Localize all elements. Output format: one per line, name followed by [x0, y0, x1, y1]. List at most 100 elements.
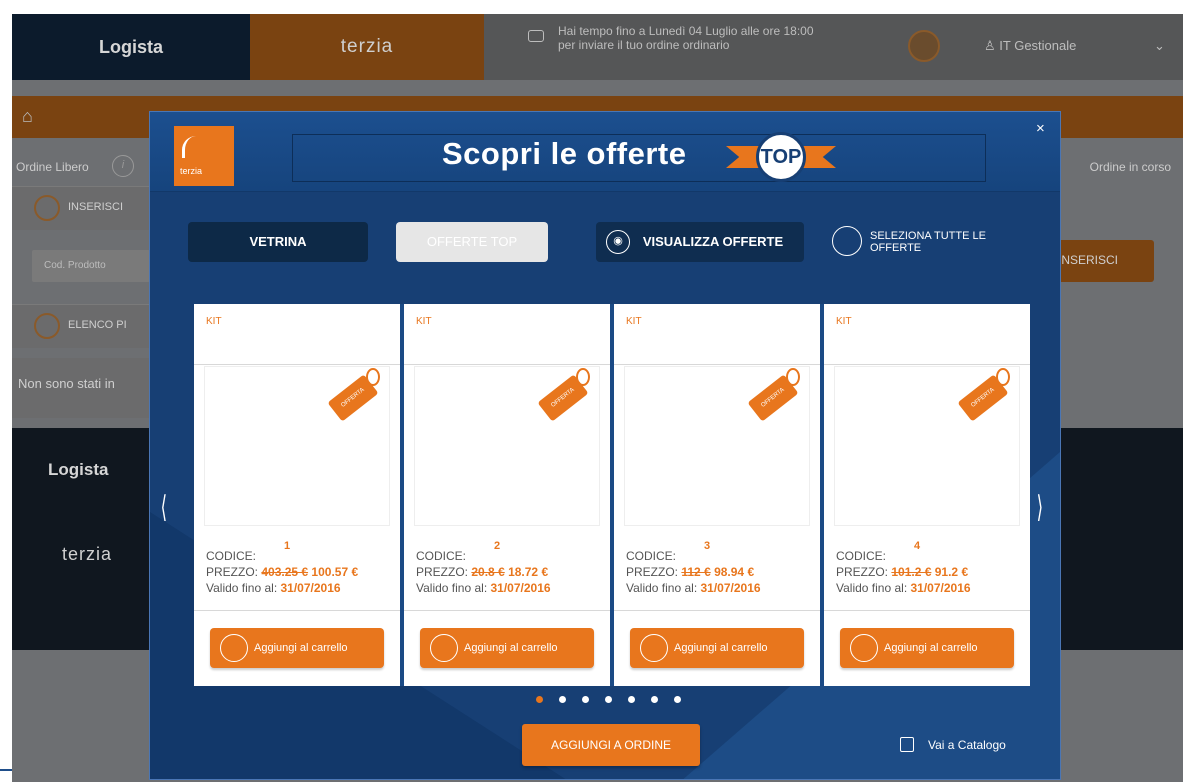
product-type: KIT: [836, 316, 852, 327]
card-details: CODICE: PREZZO: 112 € 98.94 € Valido fin…: [626, 548, 761, 596]
view-offers-label: VISUALIZZA OFFERTE: [642, 234, 784, 249]
add-to-order-button[interactable]: AGGIUNGI A ORDINE: [522, 724, 700, 766]
offer-card: KIT OFFERTA 4 CODICE: PREZZO: 101.2 € 91…: [824, 304, 1030, 686]
close-icon[interactable]: ×: [1036, 120, 1045, 137]
old-price: 101.2 €: [891, 565, 932, 579]
cart-circle-icon: [430, 634, 458, 662]
add-to-cart-label: Aggiungi al carrello: [254, 642, 348, 654]
price-row: PREZZO: 403.25 € 100.57 €: [206, 564, 358, 580]
tab-offerte-top[interactable]: OFFERTE TOP: [396, 222, 548, 262]
user-icon: ♙: [984, 38, 1000, 53]
user-name: IT Gestionale: [999, 38, 1077, 53]
chat-icon: [528, 30, 544, 42]
list-icon: [34, 313, 60, 339]
carousel-dot[interactable]: [628, 696, 635, 703]
deadline-notice: Hai tempo fino a Lunedì 04 Luglio alle o…: [528, 24, 888, 52]
valid-date: 31/07/2016: [910, 581, 971, 595]
add-to-cart-label: Aggiungi al carrello: [884, 642, 978, 654]
view-offers-button[interactable]: ◉ VISUALIZZA OFFERTE: [596, 222, 804, 262]
empty-message: Non sono stati in: [18, 376, 115, 391]
carousel-dot[interactable]: [651, 696, 658, 703]
valid-row: Valido fino al: 31/07/2016: [836, 580, 971, 596]
list-section: ELENCO PI: [12, 304, 162, 348]
footer-logista-logo: Logista: [48, 460, 109, 479]
leaf-icon: [182, 136, 196, 158]
prev-arrow-icon[interactable]: ⟨: [161, 490, 167, 525]
add-to-cart-button[interactable]: Aggiungi al carrello: [630, 628, 804, 668]
old-price: 112 €: [681, 565, 711, 579]
price-label: PREZZO:: [626, 565, 679, 579]
offer-card: KIT OFFERTA 2 CODICE: PREZZO: 20.8 € 18.…: [404, 304, 610, 686]
code-label: CODICE:: [206, 549, 257, 563]
valid-label: Valido fino al:: [416, 581, 488, 595]
add-to-cart-label: Aggiungi al carrello: [674, 642, 768, 654]
terzia-logo: terzia: [250, 14, 484, 80]
card-divider: [824, 364, 1030, 365]
valid-row: Valido fino al: 31/07/2016: [206, 580, 358, 596]
valid-label: Valido fino al:: [206, 581, 278, 595]
add-to-cart-button[interactable]: Aggiungi al carrello: [840, 628, 1014, 668]
document-icon: [900, 737, 914, 752]
card-details: CODICE: PREZZO: 20.8 € 18.72 € Valido fi…: [416, 548, 551, 596]
price-row: PREZZO: 112 € 98.94 €: [626, 564, 761, 580]
catalog-link-label: Vai a Catalogo: [928, 738, 1006, 752]
list-section-label: ELENCO PI: [68, 319, 127, 331]
product-code-input[interactable]: Cod. Prodotto: [32, 250, 150, 282]
logo-text: terzia: [180, 166, 203, 176]
add-to-cart-button[interactable]: Aggiungi al carrello: [420, 628, 594, 668]
price-label: PREZZO:: [836, 565, 889, 579]
product-type: KIT: [206, 316, 222, 327]
card-divider: [824, 610, 1030, 611]
modal-title: Scopri le offerte: [442, 136, 687, 171]
new-price: 18.72 €: [508, 565, 549, 579]
carousel-dot[interactable]: [605, 696, 612, 703]
carousel-dot[interactable]: [559, 696, 566, 703]
app-frame: Logista terzia Hai tempo fino a Lunedì 0…: [12, 14, 1183, 782]
add-to-cart-button[interactable]: Aggiungi al carrello: [210, 628, 384, 668]
code-label: CODICE:: [626, 549, 677, 563]
cart-circle-icon: [640, 634, 668, 662]
footer-terzia-logo: terzia: [62, 544, 113, 564]
new-price: 98.94 €: [714, 565, 755, 579]
home-icon[interactable]: ⌂: [22, 106, 33, 127]
tab-vetrina[interactable]: VETRINA: [188, 222, 368, 262]
eye-icon: ◉: [606, 230, 630, 254]
top-bar: Logista terzia Hai tempo fino a Lunedì 0…: [12, 14, 1183, 80]
chevron-down-icon: ⌄: [1154, 38, 1165, 53]
top-badge-label: TOP: [756, 132, 806, 182]
code-label: CODICE:: [836, 549, 887, 563]
card-details: CODICE: PREZZO: 101.2 € 91.2 € Valido fi…: [836, 548, 971, 596]
select-all-radio[interactable]: [832, 226, 862, 256]
next-arrow-icon[interactable]: ⟩: [1037, 490, 1043, 525]
card-divider: [404, 610, 610, 611]
select-all-offers[interactable]: SELEZIONA TUTTE LE OFFERTE: [832, 226, 1032, 256]
carousel-pagination: [536, 696, 696, 704]
carousel-dot[interactable]: [582, 696, 589, 703]
code-label: CODICE:: [416, 549, 467, 563]
order-free-label: Ordine Libero: [16, 160, 89, 174]
valid-row: Valido fino al: 31/07/2016: [416, 580, 551, 596]
user-menu[interactable]: ♙ IT Gestionale ⌄: [984, 38, 1165, 54]
offers-modal: terzia Scopri le offerte TOP × VETRINA O…: [149, 111, 1061, 780]
info-icon[interactable]: i: [112, 155, 134, 177]
catalog-link[interactable]: Vai a Catalogo: [900, 737, 1006, 752]
new-price: 100.57 €: [311, 565, 359, 579]
price-row: PREZZO: 101.2 € 91.2 €: [836, 564, 971, 580]
card-details: CODICE: PREZZO: 403.25 € 100.57 € Valido…: [206, 548, 358, 596]
price-label: PREZZO:: [206, 565, 259, 579]
insert-section: INSERISCI: [12, 186, 162, 230]
carousel-dot[interactable]: [536, 696, 543, 703]
card-divider: [404, 364, 610, 365]
old-price: 403.25 €: [261, 565, 309, 579]
carousel-dot[interactable]: [674, 696, 681, 703]
product-type: KIT: [626, 316, 642, 327]
price-row: PREZZO: 20.8 € 18.72 €: [416, 564, 551, 580]
offer-card: KIT OFFERTA 1 CODICE: PREZZO: 403.25 € 1…: [194, 304, 400, 686]
terzia-modal-logo: terzia: [174, 126, 234, 186]
logista-logo: Logista: [12, 14, 250, 80]
old-price: 20.8 €: [471, 565, 505, 579]
mail-icon[interactable]: [908, 30, 940, 62]
valid-label: Valido fino al:: [626, 581, 698, 595]
card-divider: [194, 610, 400, 611]
offer-carousel: KIT OFFERTA 1 CODICE: PREZZO: 403.25 € 1…: [194, 304, 1030, 686]
